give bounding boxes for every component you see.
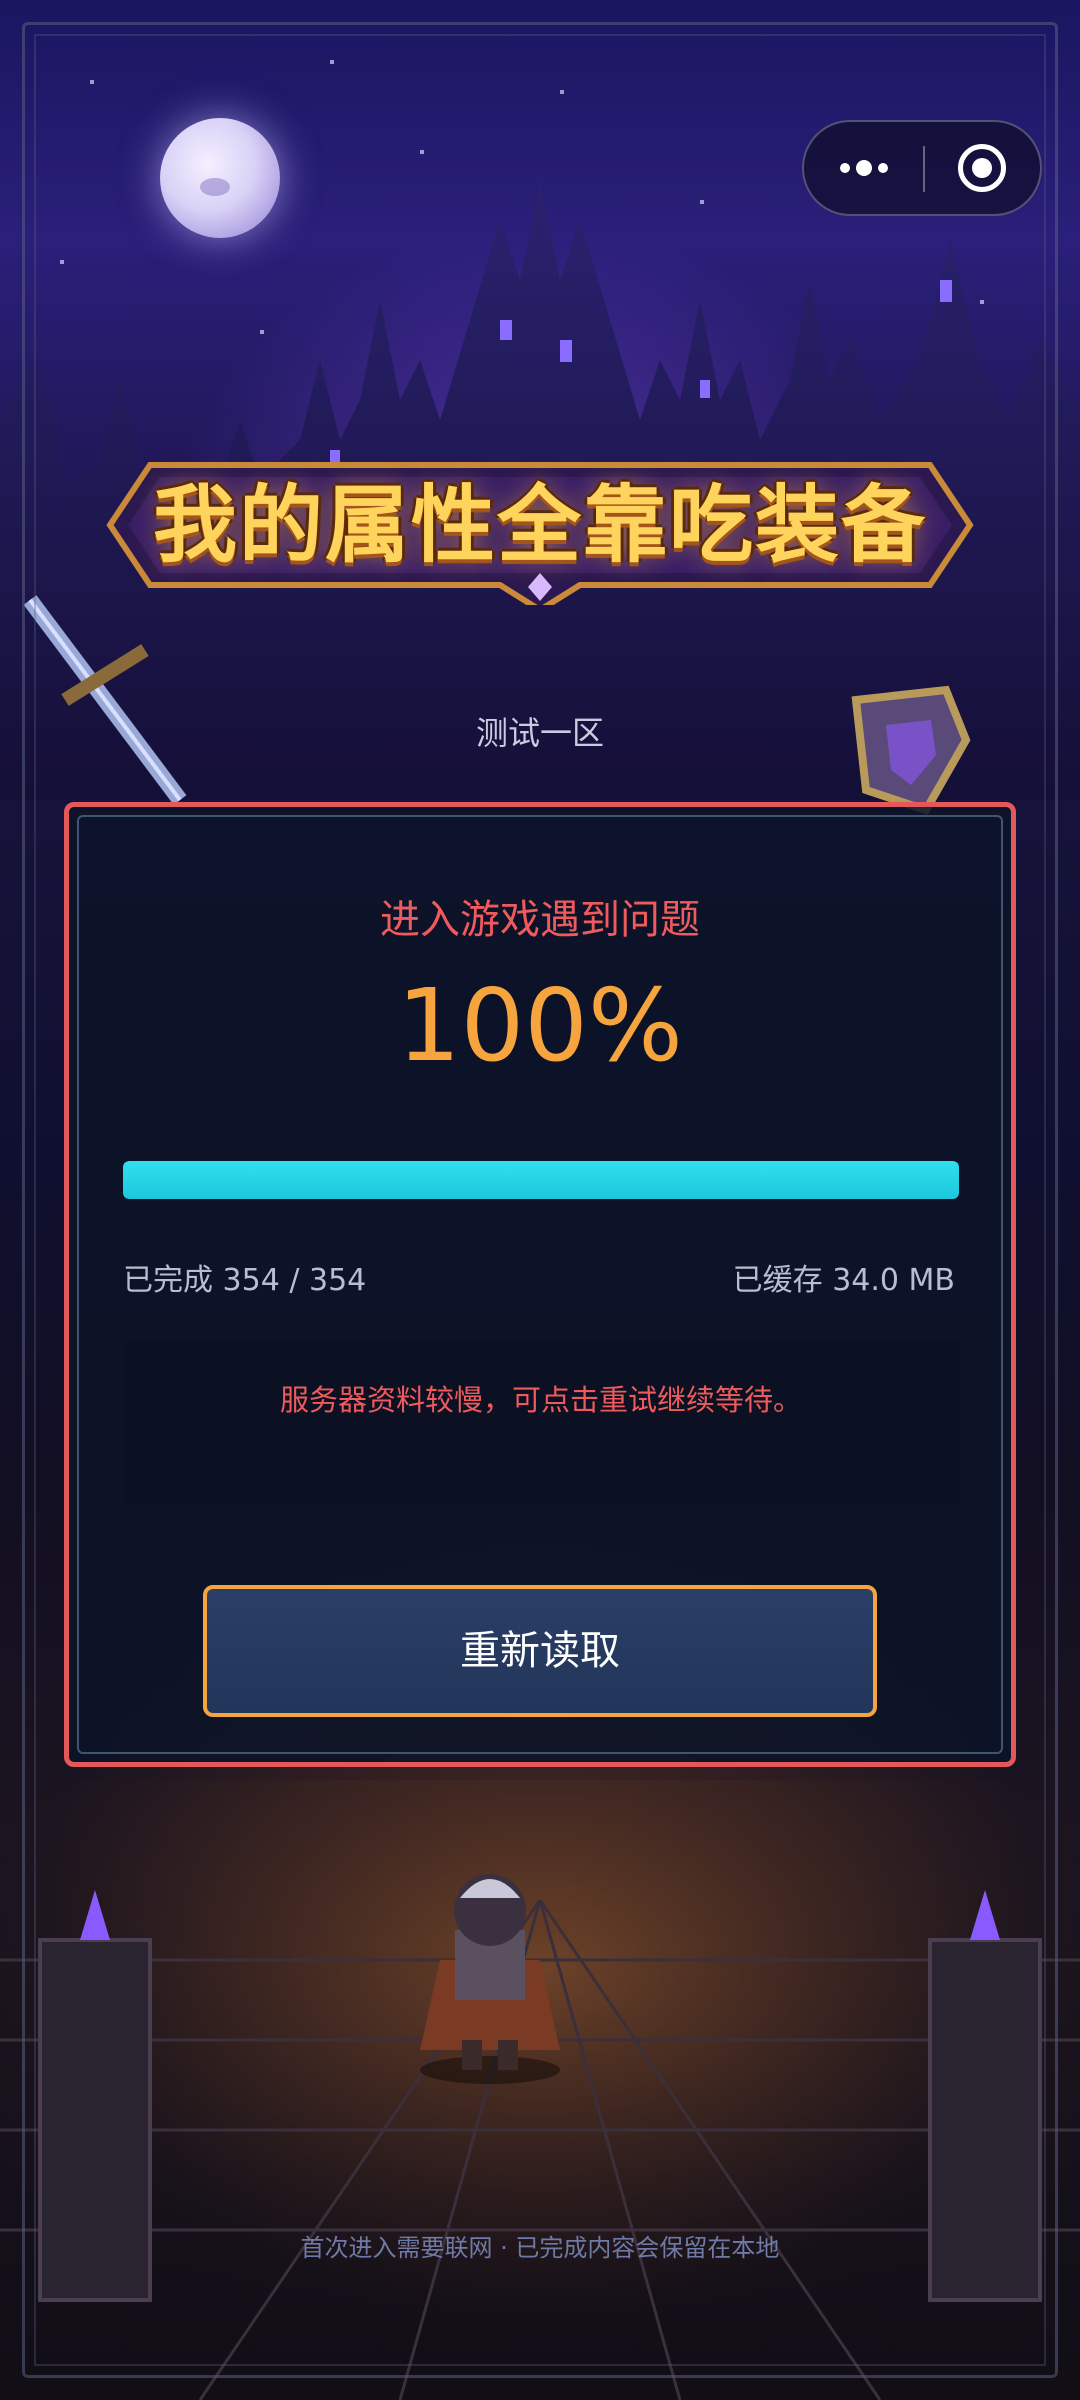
- progress-bar: [123, 1161, 959, 1199]
- footer-note: 首次进入需要联网 · 已完成内容会保留在本地: [300, 2234, 780, 2262]
- retry-button[interactable]: 重新读取: [203, 1585, 877, 1717]
- sword-icon: [23, 595, 187, 805]
- game-title-text: 我的属性全靠吃装备: [152, 475, 927, 574]
- game-loading-screen: 我的属性全靠吃装备 测试一区 进入游戏遇到问题 100% 已完成 354 / 3…: [0, 0, 1080, 2400]
- star: [420, 150, 424, 154]
- more-dots-icon[interactable]: [834, 122, 894, 214]
- server-name: 测试一区: [475, 714, 604, 752]
- star: [90, 80, 94, 84]
- load-error-card: 进入游戏遇到问题 100% 已完成 354 / 354 已缓存 34.0 MB …: [64, 802, 1016, 1767]
- close-target-icon[interactable]: [958, 144, 1006, 192]
- star: [560, 90, 564, 94]
- mini-program-capsule: [802, 120, 1042, 216]
- cache-size: 已缓存 34.0 MB: [732, 1263, 955, 1298]
- error-message: 服务器资料较慢，可点击重试继续等待。: [279, 1383, 802, 1417]
- star: [330, 60, 334, 64]
- game-title: 我的属性全靠吃装备: [105, 445, 975, 605]
- capsule-divider: [923, 146, 925, 192]
- progress-percent: 100%: [397, 967, 683, 1084]
- progress-bar-fill: [123, 1161, 959, 1199]
- error-title: 进入游戏遇到问题: [380, 897, 700, 943]
- dungeon-scene: [0, 1780, 1080, 2400]
- completed-count: 已完成 354 / 354: [123, 1263, 367, 1298]
- error-message-box: 服务器资料较慢，可点击重试继续等待。: [123, 1341, 959, 1503]
